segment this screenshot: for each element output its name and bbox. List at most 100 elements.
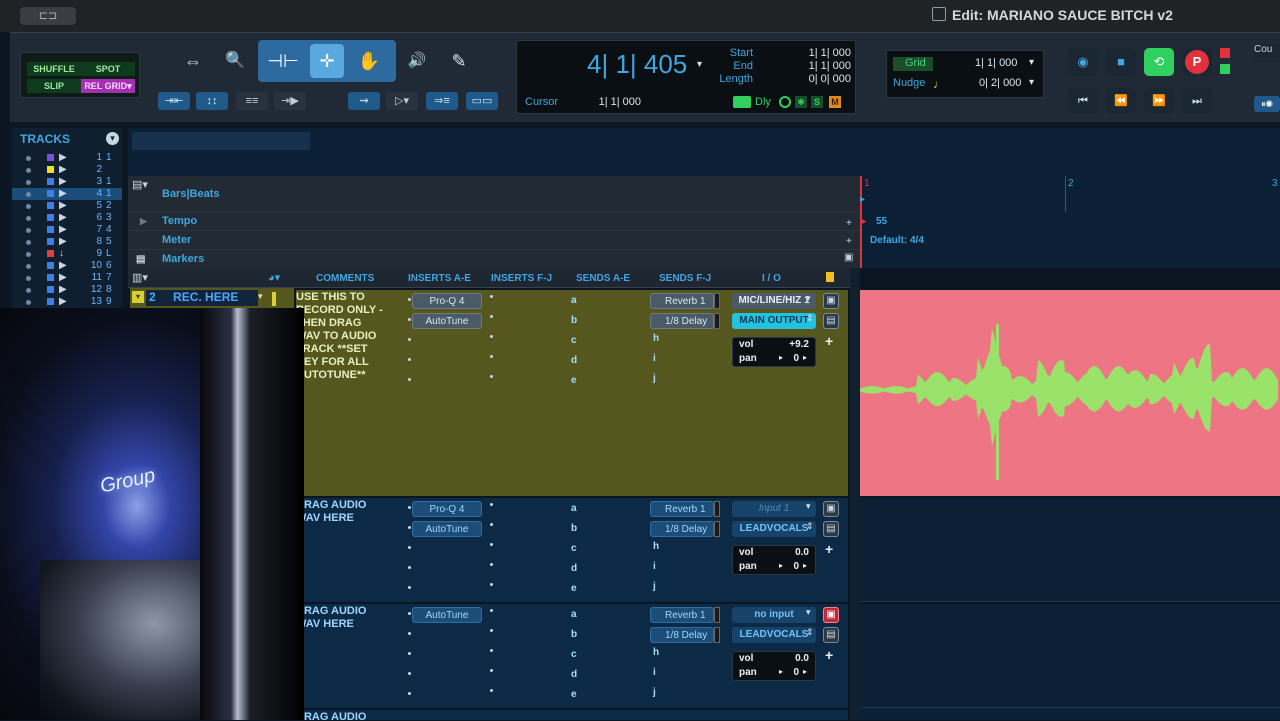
scrubber-tool[interactable]: 🔊 <box>400 44 434 78</box>
send-letter[interactable]: j <box>653 373 656 384</box>
send-letter[interactable]: d <box>571 563 577 574</box>
insert-slot-dot[interactable] <box>408 526 411 529</box>
zoom-midi-button[interactable]: ≡≡ <box>236 92 268 110</box>
send-letter[interactable]: a <box>571 503 577 514</box>
send-letter[interactable]: i <box>653 353 656 364</box>
send-letter[interactable]: b <box>571 629 577 640</box>
track-input-monitor-icon[interactable]: ▣ <box>823 293 839 309</box>
pan-value[interactable]: 0 <box>789 353 799 364</box>
track-visible-icon[interactable] <box>26 204 31 209</box>
nudge-dropdown-icon[interactable]: ▾ <box>1029 77 1034 88</box>
send-slot[interactable]: 1/8 Delay <box>650 313 714 329</box>
go-to-end-button[interactable]: ⏭ <box>1182 88 1212 114</box>
zoom-tool[interactable]: 🔍 <box>218 44 252 78</box>
main-counter-value[interactable]: 4| 1| 405 <box>587 49 687 80</box>
output-dropdown-icon[interactable]: ⇕ <box>806 313 814 324</box>
send-slot[interactable]: Reverb 1 <box>650 501 714 517</box>
track-list-item[interactable]: ▶ 3 1 <box>12 176 122 188</box>
grid-value[interactable]: 1| 1| 000 <box>975 57 1017 69</box>
insert-empty-slot[interactable] <box>408 586 411 589</box>
grid-label[interactable]: Grid <box>893 57 933 71</box>
shuffle-mode-button[interactable]: SHUFFLE <box>27 62 81 76</box>
zoom-toggle-button[interactable]: ⇥▶ <box>274 92 306 110</box>
meter-toggle-button[interactable]: ⏸◉ <box>1254 96 1280 112</box>
track-output-window-icon[interactable]: ▤ <box>823 521 839 537</box>
track-visible-icon[interactable] <box>26 288 31 293</box>
input-selector[interactable]: MIC/LINE/HIZ 1 <box>732 293 816 309</box>
track-list-item[interactable]: ▶ 1 1 <box>12 152 122 164</box>
send-letter[interactable]: i <box>653 561 656 572</box>
send-letter[interactable]: j <box>653 687 656 698</box>
track-list-item[interactable]: ▶ 6 3 <box>12 212 122 224</box>
ruler-view-icon[interactable]: ▤▾ <box>132 178 148 191</box>
track-comment[interactable]: USE THIS TO RECORD ONLY - THEN DRAG WAV … <box>296 291 396 382</box>
track-visible-icon[interactable] <box>26 300 31 305</box>
insert-empty-slot[interactable] <box>490 315 493 318</box>
insert-empty-slot[interactable] <box>490 689 493 692</box>
tracks-menu-icon[interactable]: ▾ <box>106 132 119 145</box>
insert-empty-slot[interactable] <box>490 503 493 506</box>
meter-add-icon[interactable]: + <box>846 236 852 247</box>
track-list-item[interactable]: ▶ 8 5 <box>12 236 122 248</box>
audio-clip[interactable] <box>860 290 1280 496</box>
length-value[interactable]: 0| 0| 000 <box>777 73 851 85</box>
track-input-monitor-icon[interactable]: ▣ <box>823 607 839 623</box>
nudge-label[interactable]: Nudge <box>893 77 925 89</box>
pan-value[interactable]: 0 <box>789 667 799 678</box>
insertion-follows-button[interactable]: ⇒≡ <box>426 92 458 110</box>
tempo-value[interactable]: 55 <box>876 216 887 227</box>
vol-value[interactable]: +9.2 <box>777 339 809 350</box>
send-letter[interactable]: h <box>653 541 659 552</box>
input-dropdown-icon[interactable]: ▾ <box>806 293 811 304</box>
grid-mode-button[interactable]: REL GRID▾ <box>81 79 135 93</box>
insert-slot[interactable]: Pro-Q 4 <box>412 293 482 309</box>
track-visible-icon[interactable] <box>26 168 31 173</box>
track-1-name-field[interactable]: 2 REC. HERE <box>146 290 258 306</box>
track-visible-icon[interactable] <box>26 276 31 281</box>
insert-empty-slot[interactable] <box>408 338 411 341</box>
track-list-item[interactable]: ▶ 2 <box>12 164 122 176</box>
send-letter[interactable]: a <box>571 295 577 306</box>
track-output-window-icon[interactable]: ▤ <box>823 313 839 329</box>
vol-value[interactable]: 0.0 <box>777 547 809 558</box>
slip-mode-button[interactable]: SLIP <box>27 79 81 93</box>
insert-empty-slot[interactable] <box>408 632 411 635</box>
input-selector[interactable]: no input <box>732 607 816 623</box>
insert-empty-slot[interactable] <box>490 355 493 358</box>
start-value[interactable]: 1| 1| 000 <box>777 47 851 59</box>
trim-tool[interactable]: ⊣⊢ <box>266 44 300 78</box>
insert-empty-slot[interactable] <box>490 583 493 586</box>
insert-slot[interactable]: Pro-Q 4 <box>412 501 482 517</box>
zoom-toggle-tool[interactable]: ⇔ <box>176 44 210 78</box>
insert-empty-slot[interactable] <box>490 609 493 612</box>
mirror-midi-button[interactable]: ▭▭ <box>466 92 498 110</box>
send-letter[interactable]: c <box>571 649 577 660</box>
marker-settings-icon[interactable]: ▣ <box>844 252 853 263</box>
fast-forward-button[interactable]: ⏩ <box>1144 88 1174 114</box>
tempo-expand-icon[interactable]: ▶ <box>140 212 147 231</box>
insert-empty-slot[interactable] <box>408 358 411 361</box>
send-slot[interactable]: 1/8 Delay <box>650 627 714 643</box>
wait-icon[interactable]: ✱ <box>795 96 807 108</box>
input-dropdown-icon[interactable]: ▾ <box>806 607 811 618</box>
output-selector[interactable]: LEADVOCALS <box>732 627 816 643</box>
insert-slot-dot[interactable] <box>408 298 411 301</box>
track-comment[interactable]: DRAG AUDIO WAV HERE <box>296 605 396 631</box>
record-button[interactable]: P <box>1182 48 1212 76</box>
ruler-tempo[interactable]: ▶ Tempo <box>128 212 860 231</box>
track-visible-icon[interactable] <box>26 252 31 257</box>
track-4-lane[interactable] <box>860 708 1280 720</box>
return-to-zero-button[interactable]: ⏮ <box>1068 88 1098 114</box>
tab-transient-button[interactable]: ▷▾ <box>386 92 418 110</box>
zoom-vertical-button[interactable]: ↕↕ <box>196 92 228 110</box>
send-letter[interactable]: b <box>571 315 577 326</box>
insert-slot-dot[interactable] <box>408 318 411 321</box>
send-letter[interactable]: e <box>571 689 577 700</box>
add-output-icon[interactable]: + <box>825 541 833 557</box>
stop-button[interactable]: ■ <box>1106 48 1136 76</box>
insert-empty-slot[interactable] <box>490 523 493 526</box>
send-letter[interactable]: c <box>571 335 577 346</box>
insert-empty-slot[interactable] <box>408 692 411 695</box>
tempo-add-icon[interactable]: + <box>846 218 852 229</box>
insert-slot-dot[interactable] <box>408 506 411 509</box>
